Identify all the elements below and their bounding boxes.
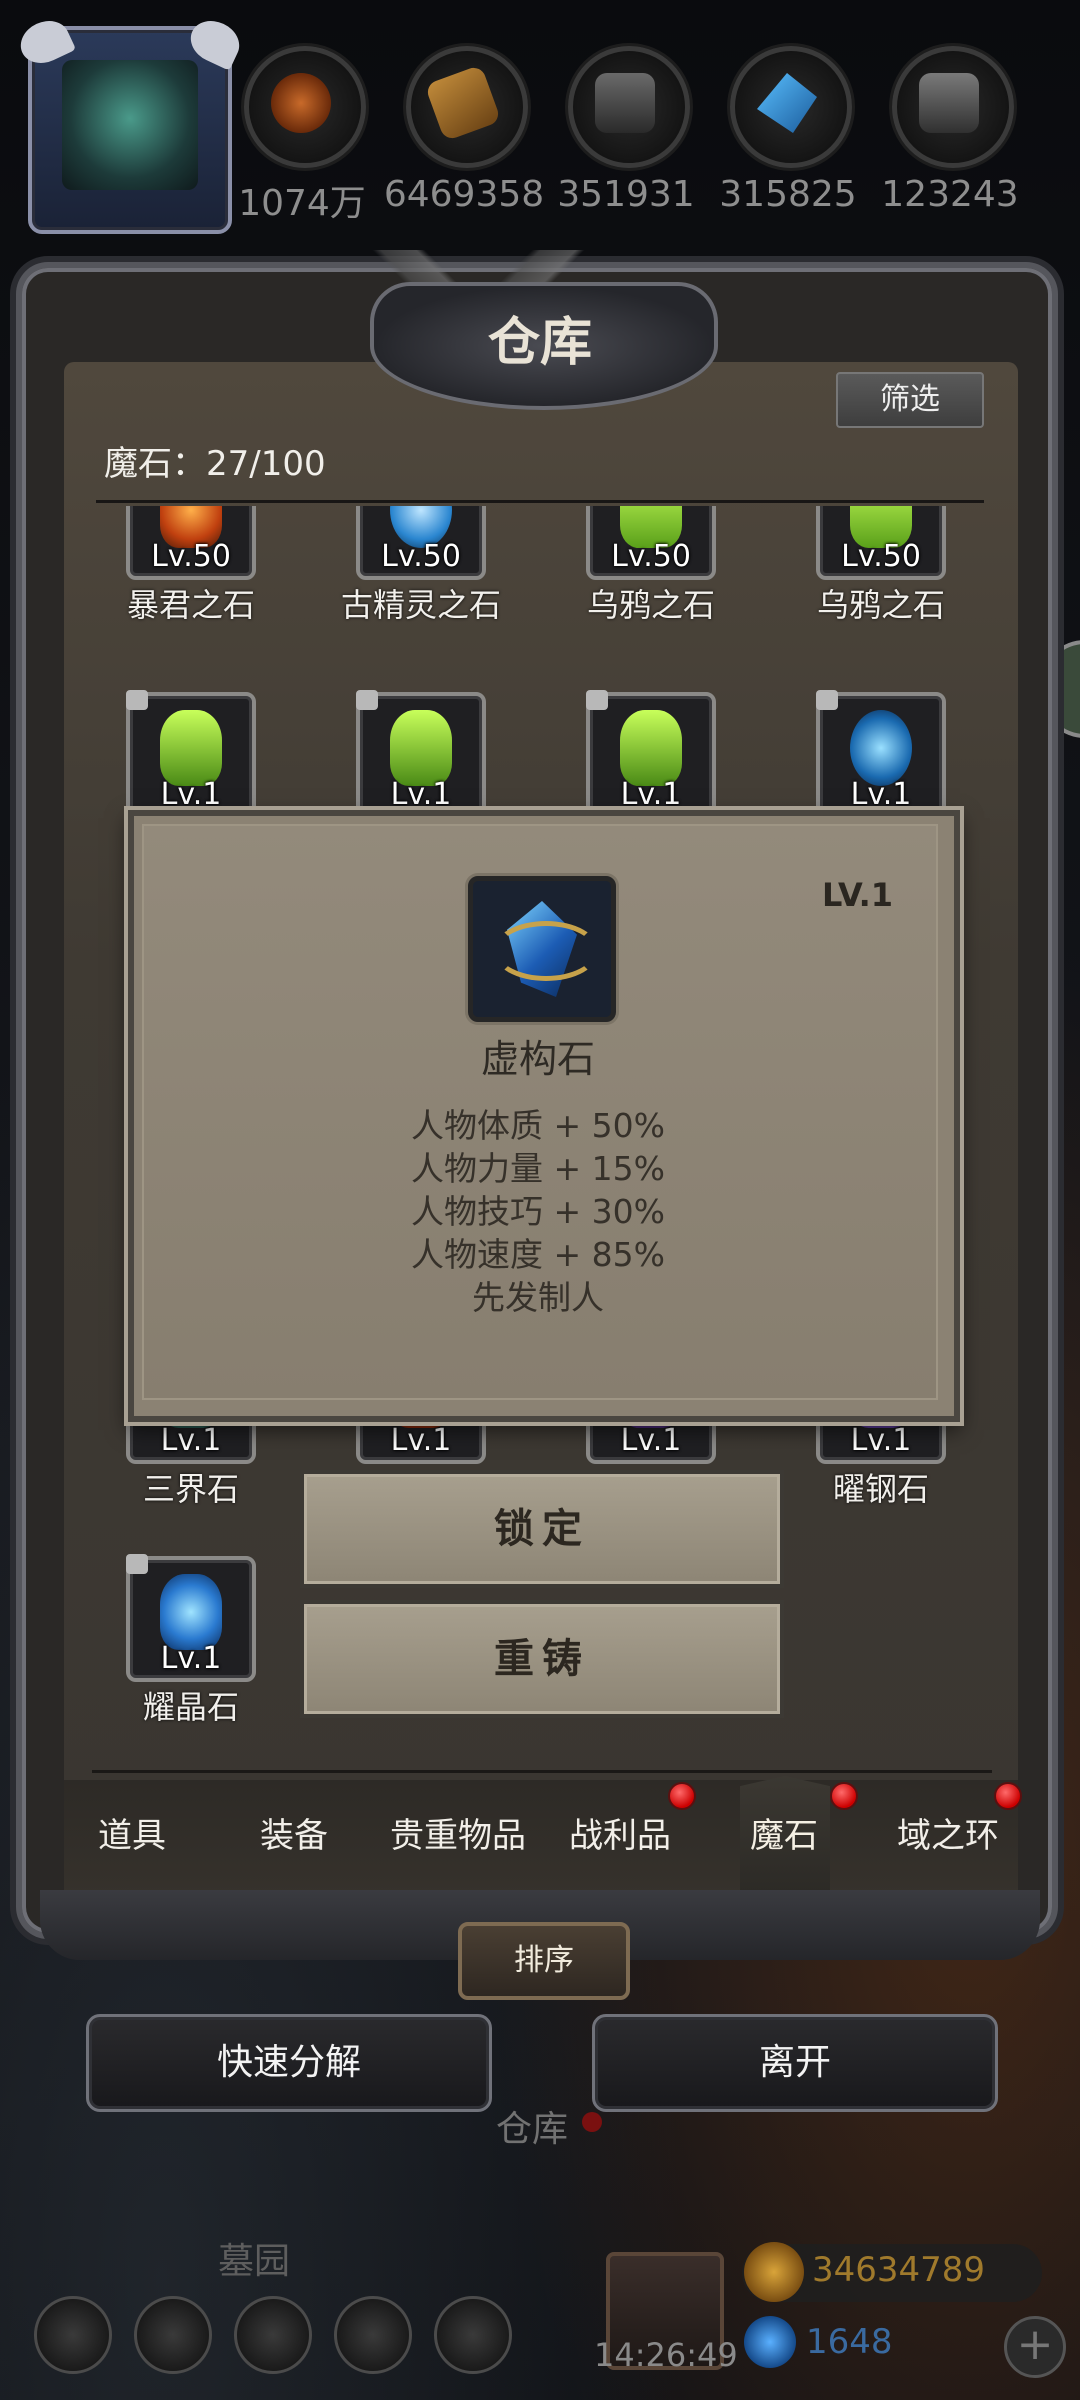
mail-icon[interactable] bbox=[334, 2296, 412, 2374]
crystal-icon bbox=[757, 73, 817, 133]
item-name: 乌鸦之石 bbox=[816, 586, 945, 624]
green-crystal-icon bbox=[160, 710, 222, 786]
item-detail-stats: 人物体质 + 50% 人物力量 + 15% 人物技巧 + 30% 人物速度 + … bbox=[128, 1104, 948, 1319]
item-level: Lv.1 bbox=[160, 777, 222, 812]
tab-loot[interactable]: 战利品 bbox=[540, 1808, 700, 1857]
item-level: Lv.1 bbox=[620, 777, 682, 812]
diamond-icon bbox=[744, 2316, 796, 2368]
green-crystal-icon bbox=[620, 710, 682, 786]
tab-valuables[interactable]: 贵重物品 bbox=[378, 1808, 538, 1857]
magic-stones-tab-badge bbox=[830, 1782, 858, 1810]
resource-iron: 123243 bbox=[881, 46, 1019, 215]
blue-swirl-stone-icon bbox=[850, 710, 912, 786]
item-level: Lv.50 bbox=[151, 539, 231, 574]
item-level: Lv.1 bbox=[160, 1423, 222, 1458]
magic-stone-count: 魔石：27/100 bbox=[104, 444, 326, 484]
item-name: 暴君之石 bbox=[126, 586, 255, 624]
hero-emblem-icon[interactable] bbox=[134, 2296, 212, 2374]
reforge-button[interactable]: 重铸 bbox=[300, 1600, 784, 1718]
lock-icon bbox=[816, 690, 838, 710]
item-name: 三界石 bbox=[142, 1470, 239, 1508]
tab-equipment[interactable]: 装备 bbox=[214, 1808, 374, 1857]
grid-scroll-clip: Lv.50 暴君之石 Lv.50 古精灵之石 Lv.50 乌鸦之石 Lv.50 … bbox=[64, 506, 1018, 632]
blue-crystal-icon bbox=[160, 1574, 222, 1650]
item-slot[interactable]: Lv.50 乌鸦之石 bbox=[816, 506, 946, 626]
item-slot[interactable]: Lv.1 bbox=[126, 690, 256, 818]
stat-line: 人物技巧 + 30% bbox=[411, 1192, 665, 1231]
resource-ore: 351931 bbox=[557, 46, 695, 215]
game-clock: 14:26:49 bbox=[594, 2336, 738, 2374]
resource-amount: 123243 bbox=[881, 174, 1019, 215]
dragon-portrait-icon bbox=[62, 60, 198, 190]
divider bbox=[96, 500, 984, 503]
item-level: Lv.1 bbox=[850, 777, 912, 812]
item-level: Lv.1 bbox=[620, 1423, 682, 1458]
loot-tab-badge bbox=[668, 1782, 696, 1810]
gold-coin-icon bbox=[744, 2242, 804, 2302]
tab-items[interactable]: 道具 bbox=[52, 1808, 212, 1857]
item-level: Lv.50 bbox=[841, 539, 921, 574]
item-slot[interactable]: Lv.50 古精灵之石 bbox=[341, 506, 501, 626]
leave-button[interactable]: 离开 bbox=[592, 2014, 998, 2112]
lock-icon bbox=[126, 690, 148, 710]
item-level: Lv.50 bbox=[381, 539, 461, 574]
resource-amount: 1074万 bbox=[238, 183, 366, 224]
diamond-amount: 1648 bbox=[806, 2322, 893, 2362]
quick-decompose-button[interactable]: 快速分解 bbox=[86, 2014, 492, 2112]
item-slot[interactable]: Lv.1 bbox=[586, 690, 716, 818]
resource-amount: 6469358 bbox=[383, 174, 545, 215]
item-level: Lv.1 bbox=[390, 777, 452, 812]
wood-icon bbox=[424, 64, 502, 142]
resource-crystal: 315825 bbox=[719, 46, 857, 215]
stat-line: 人物力量 + 15% bbox=[411, 1149, 665, 1188]
item-level: Lv.1 bbox=[160, 1641, 222, 1676]
cemetery-building-label[interactable]: 墓园 bbox=[218, 2232, 290, 2284]
shield-icon[interactable] bbox=[434, 2296, 512, 2374]
lock-icon bbox=[126, 1554, 148, 1574]
item-level: Lv.1 bbox=[390, 1423, 452, 1458]
item-level: Lv.50 bbox=[611, 539, 691, 574]
lock-icon bbox=[586, 690, 608, 710]
item-name: 曜钢石 bbox=[832, 1470, 929, 1508]
filter-button[interactable]: 筛选 bbox=[836, 372, 984, 428]
resource-wood: 6469358 bbox=[384, 46, 544, 215]
player-avatar[interactable] bbox=[13, 13, 247, 234]
tab-magic-stones[interactable]: 魔石 bbox=[704, 1808, 864, 1857]
panel-title: 仓库 bbox=[487, 312, 592, 373]
add-currency-button[interactable]: + bbox=[1004, 2316, 1066, 2378]
tab-domain-rings[interactable]: 域之环 bbox=[868, 1808, 1028, 1857]
item-slot[interactable]: Lv.1 bbox=[816, 690, 946, 818]
item-detail-level: LV.1 bbox=[822, 876, 894, 914]
fictional-stone-icon bbox=[468, 876, 616, 1022]
lock-button[interactable]: 锁定 bbox=[300, 1470, 784, 1588]
ore-icon bbox=[595, 73, 655, 133]
item-name: 耀晶石 bbox=[142, 1688, 239, 1726]
stat-line: 人物速度 + 85% bbox=[411, 1235, 665, 1274]
resource-amount: 315825 bbox=[719, 174, 857, 215]
iron-icon bbox=[919, 73, 979, 133]
settings-gear-icon[interactable] bbox=[34, 2296, 112, 2374]
item-slot[interactable]: Lv.1 bbox=[356, 690, 486, 818]
item-slot[interactable]: Lv.1 耀晶石 bbox=[126, 1554, 256, 1728]
stat-line: 人物体质 + 50% bbox=[411, 1106, 665, 1145]
resource-leather: 1074万 bbox=[238, 46, 366, 226]
warehouse-building-label[interactable]: 仓库 bbox=[496, 2100, 568, 2152]
sort-button[interactable]: 排序 bbox=[458, 1922, 630, 2000]
leather-icon bbox=[271, 73, 331, 133]
resource-amount: 351931 bbox=[557, 174, 695, 215]
lock-icon bbox=[356, 690, 378, 710]
warehouse-notification-dot bbox=[582, 2112, 602, 2132]
item-detail-name: 虚构石 bbox=[480, 1037, 595, 1081]
domain-rings-tab-badge bbox=[994, 1782, 1022, 1810]
item-level: Lv.1 bbox=[850, 1423, 912, 1458]
item-name: 乌鸦之石 bbox=[586, 586, 715, 624]
green-crystal-icon bbox=[390, 710, 452, 786]
item-slot[interactable]: Lv.50 暴君之石 bbox=[126, 506, 256, 626]
skill-line: 先发制人 bbox=[472, 1278, 604, 1317]
gold-amount: 34634789 bbox=[812, 2250, 986, 2290]
item-name: 古精灵之石 bbox=[340, 586, 501, 624]
divider bbox=[92, 1770, 992, 1773]
guild-icon[interactable] bbox=[234, 2296, 312, 2374]
item-slot[interactable]: Lv.50 乌鸦之石 bbox=[586, 506, 716, 626]
